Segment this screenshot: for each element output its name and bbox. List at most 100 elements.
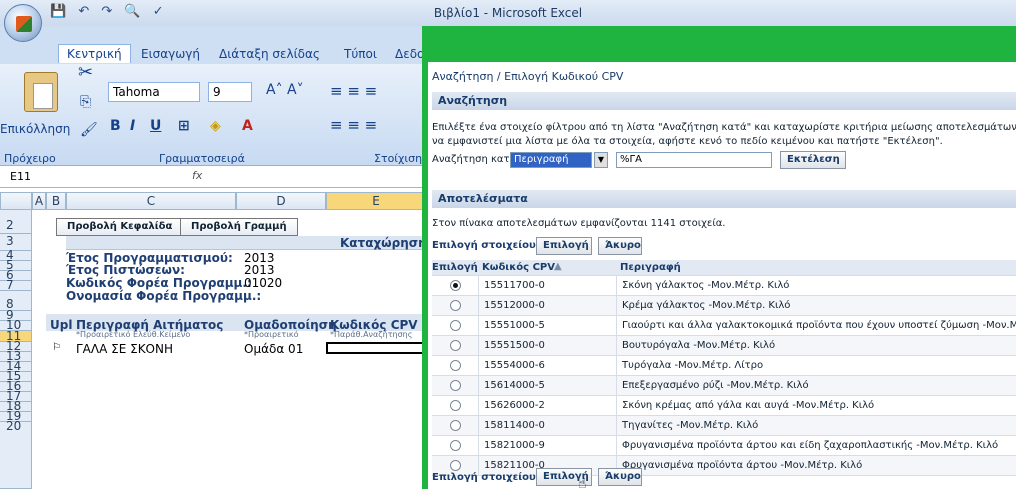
table-row[interactable]: 15551500-0 Βουτυρόγαλα -Μον.Μέτρ. Κιλό bbox=[432, 336, 1016, 356]
office-button[interactable] bbox=[4, 4, 42, 42]
format-painter-icon[interactable]: 🖌 bbox=[80, 122, 98, 138]
show-header-button[interactable]: Προβολή Κεφαλίδα bbox=[56, 218, 184, 236]
align-left-icon[interactable]: ≡ ≡ ≡ bbox=[330, 116, 377, 134]
row-header[interactable]: 2 bbox=[0, 210, 32, 234]
fx-icon[interactable]: fx bbox=[192, 169, 202, 182]
col-desc-header: Περιγραφή bbox=[620, 262, 681, 273]
table-row[interactable]: 15551000-5 Γιαούρτι και άλλα γαλακτοκομι… bbox=[432, 316, 1016, 336]
results-section-header: Αποτελέσματα bbox=[432, 190, 1016, 208]
table-row[interactable]: 15614000-5 Επεξεργασμένο ρύζι -Μον.Μέτρ.… bbox=[432, 376, 1016, 396]
row-desc: Γιαούρτι και άλλα γαλακτοκομικά προϊόντα… bbox=[622, 320, 1016, 331]
row-radio[interactable] bbox=[450, 380, 461, 391]
select-button[interactable]: Επιλογή bbox=[536, 237, 592, 255]
tab-data[interactable]: Δεδο bbox=[395, 47, 424, 61]
font-color-icon[interactable]: A bbox=[242, 118, 253, 140]
cancel-button[interactable]: Άκυρο bbox=[598, 237, 642, 255]
execute-button[interactable]: Εκτέλεση bbox=[780, 151, 846, 169]
row-header[interactable]: 3 bbox=[0, 234, 32, 251]
copy-icon[interactable]: ⎘ bbox=[80, 94, 91, 110]
row-header[interactable]: 20 bbox=[0, 420, 32, 489]
font-name-select[interactable]: Tahoma bbox=[108, 82, 200, 102]
row-header[interactable]: 4 bbox=[0, 249, 32, 261]
row-radio[interactable] bbox=[450, 340, 461, 351]
row-header[interactable]: 8 bbox=[0, 291, 32, 311]
row-grouping[interactable]: Ομάδα 01 bbox=[244, 342, 303, 356]
grow-font-icon[interactable]: A˄ A˅ bbox=[266, 82, 304, 98]
row-radio[interactable] bbox=[450, 460, 461, 471]
row-radio[interactable] bbox=[450, 360, 461, 371]
row-radio[interactable] bbox=[450, 320, 461, 331]
row-cpv: 15512000-0 bbox=[484, 300, 545, 311]
chevron-down-icon[interactable]: ▼ bbox=[594, 152, 608, 168]
sort-ascending-icon[interactable]: ▲ bbox=[554, 261, 562, 272]
row-radio[interactable] bbox=[450, 420, 461, 431]
table-row[interactable]: 15821000-9 Φρυγανισμένα προϊόντα άρτου κ… bbox=[432, 436, 1016, 456]
row-radio[interactable] bbox=[450, 280, 461, 291]
select-all-corner[interactable] bbox=[0, 192, 32, 210]
underline-icon[interactable]: U bbox=[150, 118, 161, 140]
row-description[interactable]: ΓΑΛΑ ΣΕ ΣΚΟΝΗ bbox=[76, 342, 173, 356]
name-box[interactable]: E11 bbox=[2, 168, 100, 186]
instructions-line-2: να εμφανιστεί μια λίστα με όλα τα στοιχε… bbox=[432, 136, 943, 147]
row-desc: Επεξεργασμένο ρύζι -Μον.Μέτρ. Κιλό bbox=[622, 380, 809, 391]
tab-page-layout[interactable]: Διάταξη σελίδας bbox=[219, 47, 320, 61]
col-cpv-header[interactable]: Κωδικός CPV bbox=[482, 262, 555, 273]
row-cpv: 15614000-5 bbox=[484, 380, 545, 391]
row-radio[interactable] bbox=[450, 400, 461, 411]
hint-grouping: *Προαιρετικό bbox=[244, 330, 299, 339]
tab-formulas[interactable]: Τύποι bbox=[344, 47, 377, 61]
col-header-a[interactable]: A bbox=[32, 192, 46, 210]
group-font-label: Γραμματοσειρά bbox=[159, 152, 245, 165]
hand-cursor-icon: ☝ bbox=[578, 476, 587, 489]
align-top-icon[interactable]: ≡ ≡ ≡ bbox=[330, 82, 377, 100]
borders-icon[interactable]: ⊞ bbox=[178, 118, 190, 140]
formula-bar: E11 fx bbox=[0, 166, 426, 188]
select-item-label: Επιλογή στοιχείου bbox=[432, 240, 536, 251]
tab-home[interactable]: Κεντρική bbox=[58, 44, 131, 63]
italic-icon[interactable]: I bbox=[130, 118, 135, 140]
search-input[interactable]: %ΓΑ bbox=[616, 152, 772, 168]
field-value[interactable]: 2013 bbox=[244, 263, 275, 277]
group-clipboard-label: Πρόχειρο bbox=[4, 152, 56, 165]
hint-cpv: *Παράθ.Αναζήτησης bbox=[330, 330, 413, 339]
row-desc: Τυρόγαλα -Μον.Μέτρ. Λίτρο bbox=[622, 360, 764, 371]
row-header[interactable]: 7 bbox=[0, 279, 32, 291]
row-header[interactable]: 6 bbox=[0, 269, 32, 281]
row-radio[interactable] bbox=[450, 440, 461, 451]
row-cpv: 15554000-6 bbox=[484, 360, 545, 371]
fill-color-icon[interactable]: ◈ bbox=[210, 118, 221, 140]
tab-insert[interactable]: Εισαγωγή bbox=[141, 47, 200, 61]
table-row[interactable]: 15811400-0 Τηγανίτες -Μον.Μέτρ. Κιλό bbox=[432, 416, 1016, 436]
font-size-select[interactable]: 9 bbox=[208, 82, 252, 102]
flag-icon[interactable]: ⚐ bbox=[52, 342, 61, 353]
search-by-label: Αναζήτηση κατά bbox=[432, 154, 517, 165]
active-cell-e11[interactable] bbox=[326, 342, 426, 354]
row-cpv: 15821000-9 bbox=[484, 440, 545, 451]
cancel-button-bottom[interactable]: Άκυρο bbox=[598, 468, 642, 486]
row-header[interactable]: 5 bbox=[0, 259, 32, 271]
cut-icon[interactable]: ✂ bbox=[78, 62, 93, 83]
hint-description: *Προαιρετικό Ελεύθ.Κείμενο bbox=[76, 330, 191, 339]
col-header-e[interactable]: E bbox=[326, 192, 426, 210]
row-radio[interactable] bbox=[450, 300, 461, 311]
col-header-c[interactable]: C bbox=[66, 192, 236, 210]
row-desc: Τηγανίτες -Μον.Μέτρ. Κιλό bbox=[622, 420, 759, 431]
col-header-b[interactable]: B bbox=[46, 192, 66, 210]
table-row[interactable]: 15512000-0 Κρέμα γάλακτος -Μον.Μέτρ. Κιλ… bbox=[432, 296, 1016, 316]
table-row[interactable]: 15626000-2 Σκόνη κρέμας από γάλα και αυγ… bbox=[432, 396, 1016, 416]
table-row[interactable]: 15511700-0 Σκόνη γάλακτος -Μον.Μέτρ. Κιλ… bbox=[432, 276, 1016, 296]
row-cpv: 15626000-2 bbox=[484, 400, 545, 411]
bold-icon[interactable]: B bbox=[110, 118, 121, 140]
col-header-d[interactable]: D bbox=[236, 192, 326, 210]
instructions-line-1: Επιλέξτε ένα στοιχείο φίλτρου από τη λίσ… bbox=[432, 122, 1016, 133]
field-value[interactable]: 01020 bbox=[244, 276, 282, 290]
paste-icon[interactable] bbox=[24, 72, 58, 112]
show-row-button[interactable]: Προβολή Γραμμή bbox=[180, 218, 298, 236]
group-alignment-label: Στοίχιση bbox=[374, 152, 423, 165]
table-row[interactable]: 15554000-6 Τυρόγαλα -Μον.Μέτρ. Λίτρο bbox=[432, 356, 1016, 376]
search-by-select[interactable]: Περιγραφή bbox=[510, 152, 592, 168]
row-cpv: 15551500-0 bbox=[484, 340, 545, 351]
paste-button[interactable]: Επικόλληση bbox=[0, 122, 70, 136]
ribbon-tabs: Κεντρική Εισαγωγή Διάταξη σελίδας Τύποι … bbox=[0, 26, 426, 66]
search-section-header: Αναζήτηση bbox=[432, 92, 1016, 110]
